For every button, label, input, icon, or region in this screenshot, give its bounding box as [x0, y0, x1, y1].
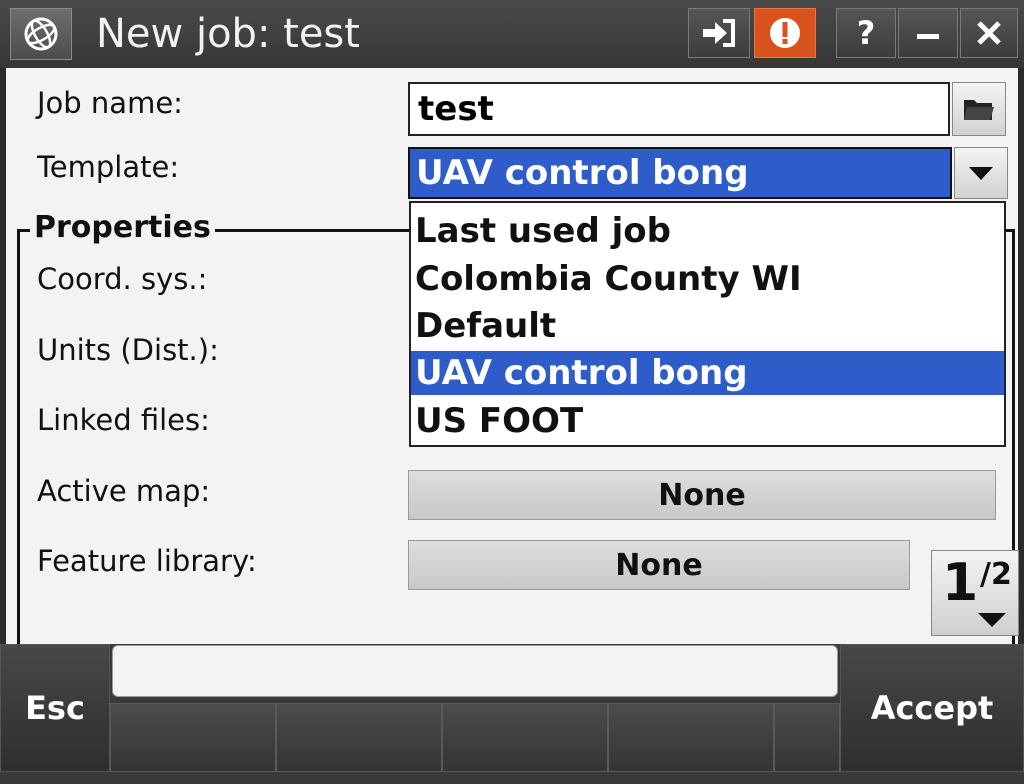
dropdown-option-default[interactable]: Default	[411, 304, 1004, 348]
job-name-input[interactable]: test	[408, 82, 950, 136]
page-total-wrapper: /2	[980, 557, 1012, 592]
linked-files-label: Linked files:	[37, 403, 210, 437]
feature-library-button[interactable]: None	[408, 540, 910, 590]
chevron-down-icon	[969, 167, 993, 180]
page-indicator-button[interactable]: 1 /2	[931, 550, 1019, 636]
dropdown-option-us-foot[interactable]: US FOOT	[411, 399, 1004, 443]
warning-icon[interactable]	[754, 8, 816, 58]
active-map-button[interactable]: None	[408, 470, 996, 520]
function-key-3[interactable]	[442, 703, 608, 772]
title-bar: New job: test ?	[0, 0, 1024, 68]
template-select[interactable]: UAV control bong	[408, 147, 952, 199]
job-name-label: Job name:	[37, 86, 183, 120]
page-current: 1	[942, 553, 979, 613]
active-map-label: Active map:	[37, 474, 211, 508]
feature-library-label: Feature library:	[37, 544, 257, 578]
page-down-icon	[978, 613, 1006, 627]
browse-folder-button[interactable]	[952, 82, 1006, 136]
dropdown-option-last-used-job[interactable]: Last used job	[411, 209, 1004, 253]
units-dist-label: Units (Dist.):	[37, 333, 219, 367]
coord-sys-label: Coord. sys.:	[37, 262, 208, 296]
dropdown-option-uav-control-bong[interactable]: UAV control bong	[411, 351, 1004, 395]
window-title: New job: test	[96, 11, 360, 57]
trimble-globe-icon[interactable]	[10, 8, 72, 60]
properties-legend: Properties	[30, 210, 215, 245]
minimize-icon	[917, 34, 939, 39]
close-button[interactable]	[960, 8, 1018, 58]
template-label: Template:	[37, 150, 180, 184]
page-total: 2	[990, 557, 1012, 592]
template-dropdown-button[interactable]	[954, 147, 1008, 199]
accept-button[interactable]: Accept	[840, 644, 1024, 772]
template-dropdown-list: Last used job Colombia County WI Default…	[409, 201, 1006, 447]
function-key-4[interactable]	[608, 703, 774, 772]
folder-icon	[964, 100, 994, 120]
function-key-5[interactable]	[774, 703, 840, 772]
function-key-2[interactable]	[276, 703, 442, 772]
status-line	[112, 645, 838, 697]
esc-button[interactable]: Esc	[0, 644, 110, 772]
function-key-1[interactable]	[110, 703, 276, 772]
close-icon	[977, 21, 1001, 45]
help-icon: ?	[856, 14, 876, 52]
dropdown-option-colombia-county-wi[interactable]: Colombia County WI	[411, 257, 1004, 301]
help-button[interactable]: ?	[836, 8, 896, 58]
login-arrow-icon[interactable]	[688, 8, 750, 58]
minimize-button[interactable]	[898, 8, 958, 58]
